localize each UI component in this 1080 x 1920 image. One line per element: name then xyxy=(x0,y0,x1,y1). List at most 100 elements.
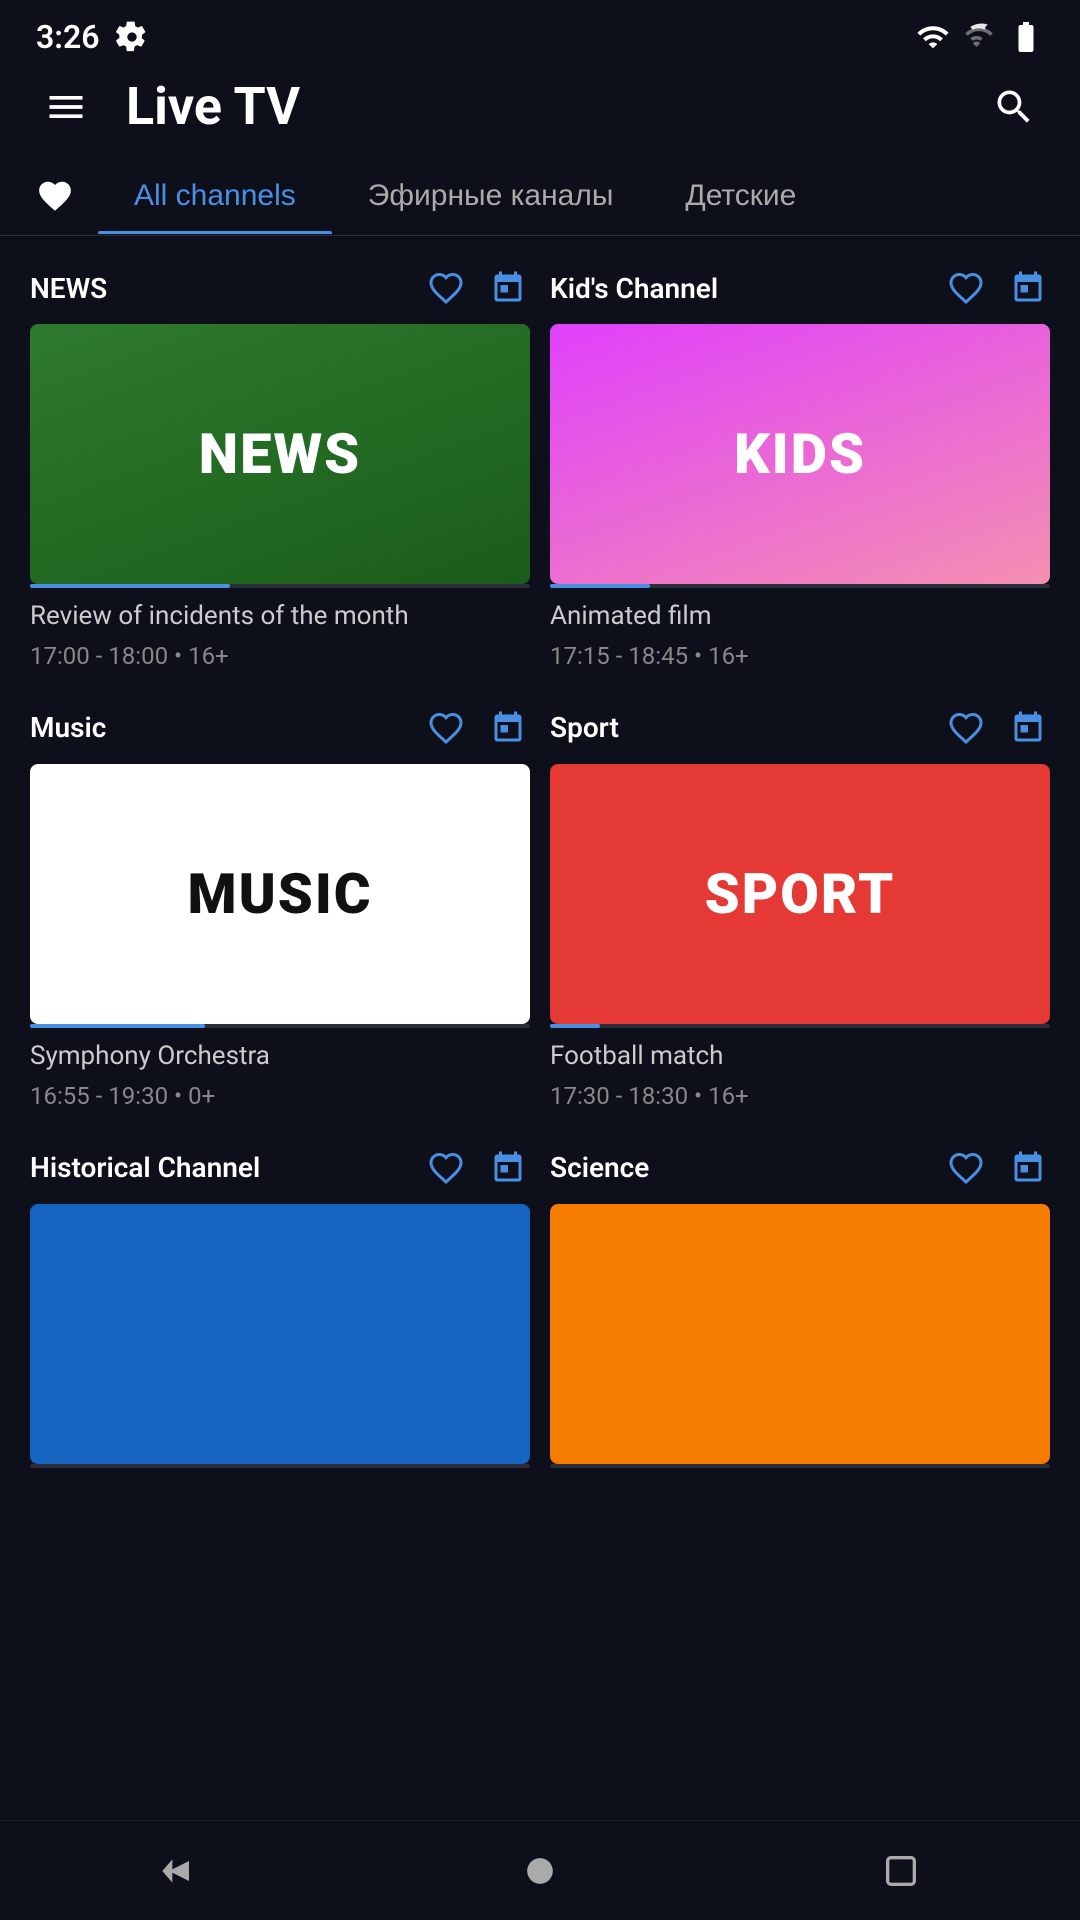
channel-thumbnail-news[interactable]: NEWS xyxy=(30,324,530,584)
progress-bar-music xyxy=(30,1024,205,1028)
favorite-button-music[interactable] xyxy=(424,706,468,750)
program-time-news: 17:00 - 18:00 • 16+ xyxy=(30,642,530,670)
tab-air-channels[interactable]: Эфирные каналы xyxy=(332,159,650,233)
status-time: 3:26 xyxy=(36,18,100,56)
program-time-music: 16:55 - 19:30 • 0+ xyxy=(30,1082,530,1110)
channel-name: Science xyxy=(550,1151,649,1184)
calendar-icon xyxy=(1010,1150,1046,1186)
heart-outline-icon xyxy=(428,270,464,306)
channel-card-kids[interactable]: Kid's Channel KIDS Animated fil xyxy=(550,266,1050,670)
tab-kids-channels[interactable]: Детские xyxy=(649,159,832,233)
calendar-icon xyxy=(1010,270,1046,306)
favorite-tab[interactable] xyxy=(36,157,98,235)
program-info-kids: Animated film 17:15 - 18:45 • 16+ xyxy=(550,600,1050,670)
progress-bar-container-news xyxy=(30,584,530,588)
app-title: Live TV xyxy=(126,76,954,137)
heart-outline-icon xyxy=(428,1150,464,1186)
battery-icon xyxy=(1008,19,1044,55)
back-button[interactable] xyxy=(119,1835,239,1907)
channel-header: Kid's Channel xyxy=(550,266,1050,310)
back-icon xyxy=(159,1851,199,1891)
program-time-kids: 17:15 - 18:45 • 16+ xyxy=(550,642,1050,670)
progress-bar-container-sport xyxy=(550,1024,1050,1028)
channel-thumbnail-sport[interactable]: SPORT xyxy=(550,764,1050,1024)
calendar-icon xyxy=(1010,710,1046,746)
signal-icon xyxy=(964,22,994,52)
menu-icon xyxy=(44,85,88,129)
heart-outline-icon xyxy=(948,710,984,746)
program-title: Review of incidents of the month xyxy=(30,600,530,634)
channel-card-music[interactable]: Music MUSIC Symphony Orchestra xyxy=(30,706,530,1110)
search-icon xyxy=(992,85,1036,129)
channel-actions xyxy=(944,266,1050,310)
progress-bar-container-music xyxy=(30,1024,530,1028)
channel-card-science[interactable]: Science xyxy=(550,1146,1050,1480)
channel-header: Sport xyxy=(550,706,1050,750)
gear-icon xyxy=(116,21,148,53)
channel-actions xyxy=(944,706,1050,750)
channel-actions xyxy=(424,1146,530,1190)
favorite-button-sport[interactable] xyxy=(944,706,988,750)
channel-name: Kid's Channel xyxy=(550,272,718,305)
channel-card-news[interactable]: NEWS NEWS Review of incidents o xyxy=(30,266,530,670)
channel-thumbnail-music[interactable]: MUSIC xyxy=(30,764,530,1024)
calendar-icon xyxy=(490,1150,526,1186)
program-time-sport: 17:30 - 18:30 • 16+ xyxy=(550,1082,1050,1110)
schedule-button-history[interactable] xyxy=(486,1146,530,1190)
menu-button[interactable] xyxy=(36,77,96,137)
schedule-button-sport[interactable] xyxy=(1006,706,1050,750)
program-info-news: Review of incidents of the month 17:00 -… xyxy=(30,600,530,670)
top-bar: Live TV xyxy=(0,66,1080,157)
progress-bar-container-kids xyxy=(550,584,1050,588)
schedule-button-science[interactable] xyxy=(1006,1146,1050,1190)
channel-name: NEWS xyxy=(30,272,107,305)
progress-bar-kids xyxy=(550,584,650,588)
progress-bar-sport xyxy=(550,1024,600,1028)
home-button[interactable] xyxy=(478,1833,602,1909)
channels-grid: NEWS NEWS Review of incidents o xyxy=(0,266,1080,1516)
schedule-button-news[interactable] xyxy=(486,266,530,310)
channel-actions xyxy=(424,266,530,310)
channel-thumbnail-science[interactable] xyxy=(550,1204,1050,1464)
channel-header: NEWS xyxy=(30,266,530,310)
schedule-button-music[interactable] xyxy=(486,706,530,750)
favorite-button-history[interactable] xyxy=(424,1146,468,1190)
search-button[interactable] xyxy=(984,77,1044,137)
channel-header: Historical Channel xyxy=(30,1146,530,1190)
calendar-icon xyxy=(490,710,526,746)
channel-card-history[interactable]: Historical Channel xyxy=(30,1146,530,1480)
heart-outline-icon xyxy=(428,710,464,746)
channel-name: Music xyxy=(30,711,106,744)
program-info-sport: Football match 17:30 - 18:30 • 16+ xyxy=(550,1040,1050,1110)
wifi-icon xyxy=(916,20,950,54)
channel-thumbnail-history[interactable] xyxy=(30,1204,530,1464)
heart-outline-icon xyxy=(948,1150,984,1186)
program-title: Football match xyxy=(550,1040,1050,1074)
channel-actions xyxy=(944,1146,1050,1190)
channel-header: Music xyxy=(30,706,530,750)
progress-bar-container-history xyxy=(30,1464,530,1468)
bottom-nav xyxy=(0,1820,1080,1920)
progress-bar-container-science xyxy=(550,1464,1050,1468)
home-icon xyxy=(518,1849,562,1893)
channel-card-sport[interactable]: Sport SPORT Football match xyxy=(550,706,1050,1110)
favorite-button-kids[interactable] xyxy=(944,266,988,310)
tabs-row: All channels Эфирные каналы Детские xyxy=(0,157,1080,236)
program-title: Symphony Orchestra xyxy=(30,1040,530,1074)
tab-all-channels[interactable]: All channels xyxy=(98,159,332,233)
program-title: Animated film xyxy=(550,600,1050,634)
status-bar: 3:26 xyxy=(0,0,1080,66)
square-icon xyxy=(881,1851,921,1891)
channel-header: Science xyxy=(550,1146,1050,1190)
favorite-button-news[interactable] xyxy=(424,266,468,310)
channel-name: Historical Channel xyxy=(30,1151,260,1184)
heart-icon xyxy=(36,177,74,215)
square-button[interactable] xyxy=(841,1835,961,1907)
channel-thumbnail-kids[interactable]: KIDS xyxy=(550,324,1050,584)
channel-actions xyxy=(424,706,530,750)
heart-outline-icon xyxy=(948,270,984,306)
channel-name: Sport xyxy=(550,711,619,744)
favorite-button-science[interactable] xyxy=(944,1146,988,1190)
schedule-button-kids[interactable] xyxy=(1006,266,1050,310)
progress-bar-news xyxy=(30,584,230,588)
